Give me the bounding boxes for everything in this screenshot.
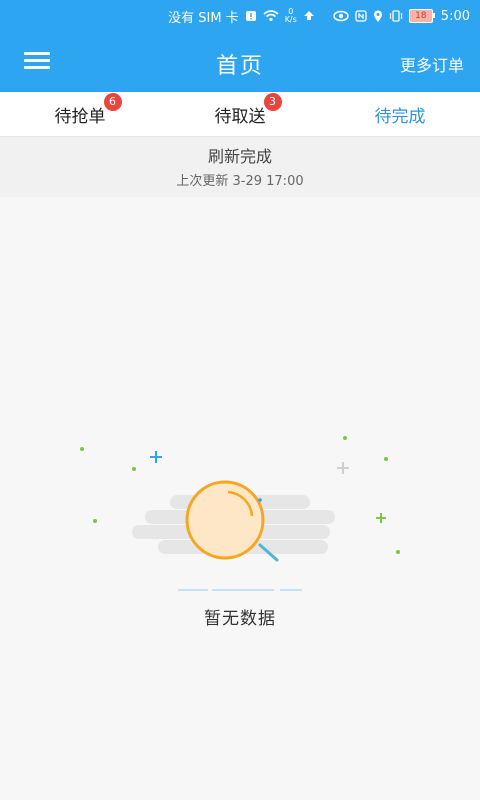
tab-label: 待完成 bbox=[374, 106, 426, 127]
sim-warning-icon bbox=[245, 10, 257, 22]
vibrate-icon bbox=[389, 10, 403, 22]
eye-icon bbox=[333, 10, 349, 22]
status-bar: 没有 SIM 卡 0 K/s 18 5:00 bbox=[0, 0, 480, 32]
tab-label: 待取送 bbox=[214, 106, 266, 127]
magnifier-empty-icon bbox=[80, 436, 400, 591]
tab-pending-complete[interactable]: 待完成 bbox=[320, 92, 480, 136]
refresh-header: 刷新完成 上次更新 3-29 17:00 bbox=[0, 137, 480, 197]
nfc-icon bbox=[355, 10, 367, 22]
empty-message: 暂无数据 bbox=[204, 609, 276, 629]
empty-state: 暂无数据 bbox=[0, 430, 480, 640]
more-orders-button[interactable]: 更多订单 bbox=[400, 52, 464, 76]
tab-label: 待抢单 bbox=[54, 106, 106, 127]
wifi-icon bbox=[263, 10, 279, 22]
tab-pending-grab[interactable]: 待抢单 6 bbox=[0, 92, 160, 136]
last-update-time: 上次更新 3-29 17:00 bbox=[176, 174, 304, 189]
tab-pending-delivery[interactable]: 待取送 3 bbox=[160, 92, 320, 136]
clock: 5:00 bbox=[440, 8, 470, 24]
badge-count: 3 bbox=[263, 92, 282, 111]
order-tabs: 待抢单 6 待取送 3 待完成 bbox=[0, 92, 480, 137]
carrier-text: 没有 SIM 卡 bbox=[168, 10, 239, 26]
upload-icon bbox=[303, 10, 315, 22]
app-bar: 首页 更多订单 bbox=[0, 32, 480, 92]
refresh-status: 刷新完成 bbox=[207, 147, 272, 166]
badge-count: 6 bbox=[103, 92, 122, 111]
network-speed: 0 K/s bbox=[285, 8, 297, 24]
battery-icon: 18 bbox=[408, 9, 435, 23]
location-icon bbox=[373, 10, 383, 23]
speed-unit: K/s bbox=[284, 15, 297, 24]
screen: 没有 SIM 卡 0 K/s 18 5:00 首页 更多订单 待抢单 6 待取送… bbox=[0, 0, 480, 800]
